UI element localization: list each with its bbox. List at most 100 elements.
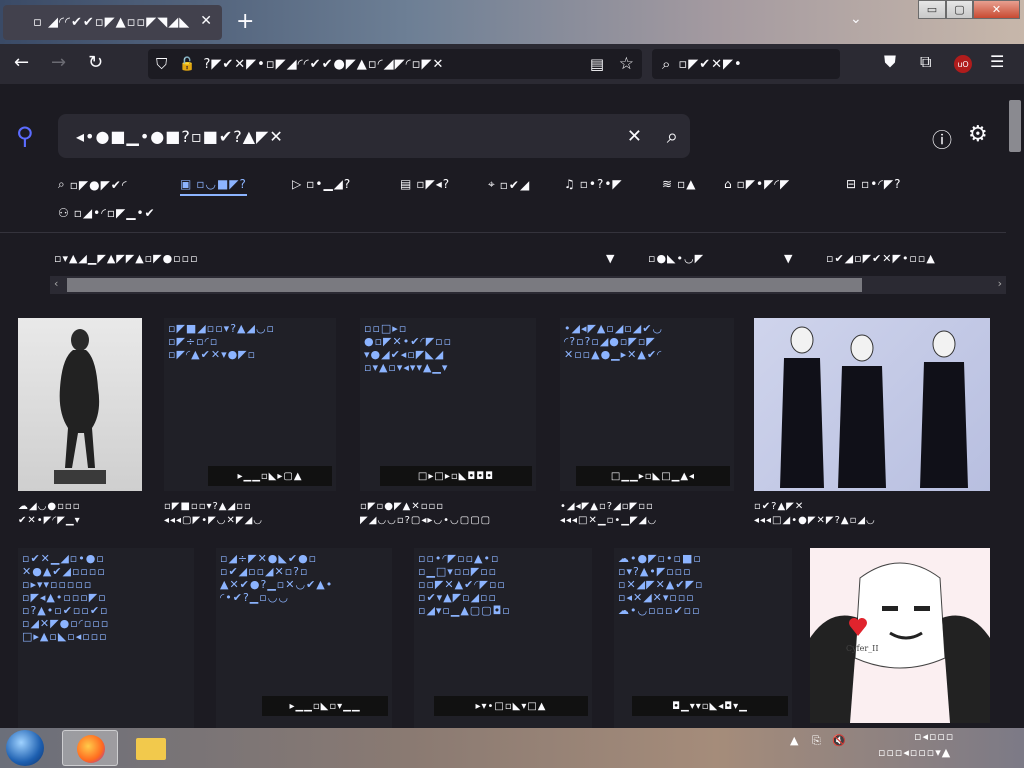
active-tab[interactable]: ▫ ◢◜◜✔✔▫◤▲▫▫◤◥◢◣ ✕ xyxy=(3,5,222,40)
box-icon: ⊟ xyxy=(846,177,857,191)
start-button[interactable] xyxy=(6,730,44,766)
result-image-skeletons[interactable]: ▫✔?▲◤✕ ◂◂◂□◢•●◤✕◤?▲▫◢◡ xyxy=(754,318,990,528)
result-title: ▫◤■◢▫▫▾?▲◢◡▫ ▫◤÷▫◜▫ ▫◤◜▲✔✕▾●◤▫ xyxy=(168,322,276,361)
result-text-card[interactable]: ▫✔✕▁◢▫•●▫ ✕●▲✔◢▫▫▫▫ ▫▸▾▾▫▫▫▫▫ ▫◤◂▲•▫▫▫◤▫… xyxy=(18,548,194,728)
minimize-button[interactable]: ▭ xyxy=(918,0,946,19)
firefox-taskbar-button[interactable] xyxy=(62,730,118,766)
page-content: ⚲ ◂•●■▁•●■?▫■✔?▲◤✕ ✕ ⌕ ⓘ ⚙ ⌕ ▫◤●◤✔◜ ▣ ▫◡■◤… xyxy=(0,84,1006,728)
search-bar[interactable]: ⌕ ▫◤✔✕◤• xyxy=(652,49,840,79)
skeletons-thumbnail[interactable] xyxy=(754,318,990,491)
result-thumbnail: ▫▫□▸▫ ●▫◤✕•✔◜◤▫▫ ▾●◢✔◂▫◤◣◢ ▫▾▲▫▾◂▾▾▲▁▾ □… xyxy=(360,318,536,491)
chevron-down-icon[interactable]: ▼ xyxy=(784,252,792,265)
taskbar: ▲ ⎘ 🔇 ▫◂▫▫▫ ▫▫▫◂▫▫▫▾▲ xyxy=(0,728,1024,768)
volume-muted-icon[interactable]: 🔇 xyxy=(832,734,846,747)
result-caption: ✔✕•◤◜◤▁▾ xyxy=(18,515,81,526)
result-caption: ☁◢◡●▫▫▫ xyxy=(18,501,81,512)
list-tabs-chevron-icon[interactable]: ⌄ xyxy=(850,11,862,27)
category-music[interactable]: ♫ ▫•?•◤ xyxy=(564,177,623,191)
forward-arrow-icon[interactable]: → xyxy=(51,52,66,73)
tray-expand-icon[interactable]: ▲ xyxy=(790,734,798,747)
result-caption: ◂◂◂□✕▁▫•▁◤◢◡ xyxy=(560,515,658,526)
clock-date[interactable]: ▫▫▫◂▫▫▫▾▲ xyxy=(878,746,951,759)
maximize-button[interactable]: ▢ xyxy=(946,0,973,19)
vertical-scroll-thumb[interactable] xyxy=(1009,100,1021,152)
category-all[interactable]: ⌕ ▫◤●◤✔◜ xyxy=(58,177,128,192)
firefox-icon xyxy=(77,735,105,763)
scroll-left-icon[interactable]: ‹ xyxy=(54,277,58,290)
drawing-thumbnail[interactable]: Cyfer_II xyxy=(810,548,990,723)
shield-icon[interactable]: ⛉ xyxy=(156,55,167,73)
result-title: ▫▫□▸▫ ●▫◤✕•✔◜◤▫▫ ▾●◢✔◂▫◤◣◢ ▫▾▲▫▾◂▾▾▲▁▾ xyxy=(364,322,453,374)
category-science[interactable]: ⌂ ▫◤•◤◜◤ xyxy=(724,177,790,191)
navigation-toolbar: ← → ↻ ⛉ 🔓 ?◤✔✕◤•▫◤◢◜◜✔✔●◤▲▫◜◢◤◜▫◤✕ ▤ ☆ ⌕… xyxy=(0,44,1024,84)
character-drawing xyxy=(810,562,990,723)
statue-figure xyxy=(54,329,106,484)
vertical-scrollbar[interactable] xyxy=(1006,84,1024,728)
search-query[interactable]: ◂•●■▁•●■?▫■✔?▲◤✕ xyxy=(76,127,284,146)
ublock-icon[interactable]: uO xyxy=(954,55,972,73)
extensions-icon[interactable]: ⧉ xyxy=(920,52,931,72)
url-text[interactable]: ?◤✔✕◤•▫◤◢◜◜✔✔●◤▲▫◜◢◤◜▫◤✕ xyxy=(203,57,444,72)
category-videos[interactable]: ▷ ▫•▁◢? xyxy=(292,177,351,191)
result-thumbnail: ☁•●◤▫•▫■▫ ▫▾?▲•◤▫▫▫ ▫✕◢◤✕▲✔◤▫ ▫◂✕◢✕▾▫▫▫ … xyxy=(614,548,792,728)
horizontal-scrollbar[interactable]: ‹ › xyxy=(50,276,1006,294)
statue-thumbnail[interactable] xyxy=(18,318,142,491)
result-thumbnail: ▫◤■◢▫▫▾?▲◢◡▫ ▫◤÷▫◜▫ ▫◤◜▲✔✕▾●◤▫ ▸▁▁▫◣▸▢▲ xyxy=(164,318,336,491)
pocket-icon[interactable]: ⛊ xyxy=(884,52,896,72)
scroll-right-icon[interactable]: › xyxy=(998,277,1002,290)
network-icon[interactable]: ⎘ xyxy=(812,734,821,747)
result-thumbnail: ▫◢÷◤✕●◣✔●▫ ▫✔◢▫▫◢✕▫?▫ ▲✕✔●?▁▫✕◡✔▲• ◜•✔?▁… xyxy=(216,548,392,728)
chevron-down-icon[interactable]: ▼ xyxy=(606,252,614,265)
url-bar[interactable]: ⛉ 🔓 ?◤✔✕◤•▫◤◢◜◜✔✔●◤▲▫◜◢◤◜▫◤✕ ▤ ☆ xyxy=(148,49,642,79)
settings-gear-icon[interactable]: ⚙ xyxy=(968,122,988,147)
bookmark-star-icon[interactable]: ☆ xyxy=(619,54,634,74)
result-image-drawing[interactable]: Cyfer_II xyxy=(810,548,990,723)
horizontal-scroll-thumb[interactable] xyxy=(67,278,862,292)
artist-signature: Cyfer_II xyxy=(846,644,879,653)
category-it[interactable]: ≋ ▫▲ xyxy=(662,177,696,191)
folder-icon xyxy=(136,738,166,760)
result-title: ▫✔✕▁◢▫•●▫ ✕●▲✔◢▫▫▫▫ ▫▸▾▾▫▫▫▫▫ ▫◤◂▲•▫▫▫◤▫… xyxy=(22,552,110,643)
result-image-statue[interactable]: ☁◢◡●▫▫▫ ✔✕•◤◜◤▁▾ xyxy=(18,318,142,528)
reader-view-icon[interactable]: ▤ xyxy=(590,55,604,73)
reload-icon[interactable]: ↻ xyxy=(88,52,103,73)
clock-time[interactable]: ▫◂▫▫▫ xyxy=(914,730,954,743)
clear-search-icon[interactable]: ✕ xyxy=(627,126,642,147)
info-icon[interactable]: ⓘ xyxy=(932,124,952,153)
image-icon: ▣ xyxy=(180,177,192,191)
window-controls: ▭ ▢ ✕ xyxy=(918,0,1022,19)
layers-icon: ≋ xyxy=(662,177,673,191)
category-news[interactable]: ▤ ▫◤◂? xyxy=(400,177,450,191)
result-text-card[interactable]: ☁•●◤▫•▫■▫ ▫▾?▲•◤▫▫▫ ▫✕◢◤✕▲✔◤▫ ▫◂✕◢✕▾▫▫▫ … xyxy=(614,548,792,728)
search-icon: ⌕ xyxy=(662,55,671,73)
result-text-card[interactable]: ▫▫□▸▫ ●▫◤✕•✔◜◤▫▫ ▾●◢✔◂▫◤◣◢ ▫▾▲▫▾◂▾▾▲▁▾ □… xyxy=(360,318,536,528)
explorer-taskbar-button[interactable] xyxy=(122,730,178,766)
news-icon: ▤ xyxy=(400,177,412,191)
filter-language[interactable]: ▫▾▲◢▁◤▲◤◤▲▫◤●▫▫▫ xyxy=(54,252,199,265)
category-files[interactable]: ⊟ ▫•◜◤? xyxy=(846,177,902,191)
result-text-card[interactable]: ▫◤■◢▫▫▾?▲◢◡▫ ▫◤÷▫◜▫ ▫◤◜▲✔✕▾●◤▫ ▸▁▁▫◣▸▢▲ … xyxy=(164,318,336,528)
result-text-card[interactable]: •◢◂◤▲▫◢▫◢✔◡ ◜?▫?▫◢●▫◤▫◤ ✕▫▫▲●▁▸✕▲✔◜ □▁▁▸… xyxy=(560,318,734,528)
new-tab-button[interactable]: + xyxy=(236,9,254,34)
search-submit-icon[interactable]: ⌕ xyxy=(667,124,678,148)
result-text-card[interactable]: ▫◢÷◤✕●◣✔●▫ ▫✔◢▫▫◢✕▫?▫ ▲✕✔●?▁▫✕◡✔▲• ◜•✔?▁… xyxy=(216,548,392,728)
menu-icon[interactable]: ☰ xyxy=(990,52,1004,71)
divider xyxy=(0,232,1006,233)
map-pin-icon: ⌖ xyxy=(488,177,495,191)
filter-safesearch[interactable]: ▫✔◢▫◤✔✕◤•▫▫▲ xyxy=(826,252,936,265)
filter-time[interactable]: ▫●◣•◡◤ xyxy=(648,252,704,265)
result-caption: ◂◂◂▢◤•◤◡✕◤◢◡ xyxy=(164,515,263,526)
result-text-card[interactable]: ▫▫•◜◤▫▫▲•▫ ▫▁□▾▫▫◤▫▫ ▫▫◤✕▲✔◜◤▫▫ ▫✔▾▲◤▫◢▫… xyxy=(414,548,592,728)
category-social[interactable]: ⚇ ▫◢•◜▫◤▁•✔ xyxy=(58,206,156,220)
tab-close-icon[interactable]: ✕ xyxy=(200,13,212,29)
category-map[interactable]: ⌖ ▫✔◢ xyxy=(488,177,530,192)
close-window-button[interactable]: ✕ xyxy=(973,0,1020,19)
result-caption: ▫◤▫●◤▲✕▫▫▫ xyxy=(360,501,445,512)
result-dimensions: ▸▁▁▫◣▫▾▁▁ xyxy=(262,696,388,716)
music-icon: ♫ xyxy=(564,177,575,191)
result-title: ▫▫•◜◤▫▫▲•▫ ▫▁□▾▫▫◤▫▫ ▫▫◤✕▲✔◜◤▫▫ ▫✔▾▲◤▫◢▫… xyxy=(418,552,511,617)
category-images[interactable]: ▣ ▫◡■◤? xyxy=(180,177,247,196)
back-arrow-icon[interactable]: ← xyxy=(14,52,29,73)
search-input[interactable]: ◂•●■▁•●■?▫■✔?▲◤✕ ✕ ⌕ xyxy=(58,114,690,158)
lock-icon[interactable]: 🔓 xyxy=(179,57,195,72)
